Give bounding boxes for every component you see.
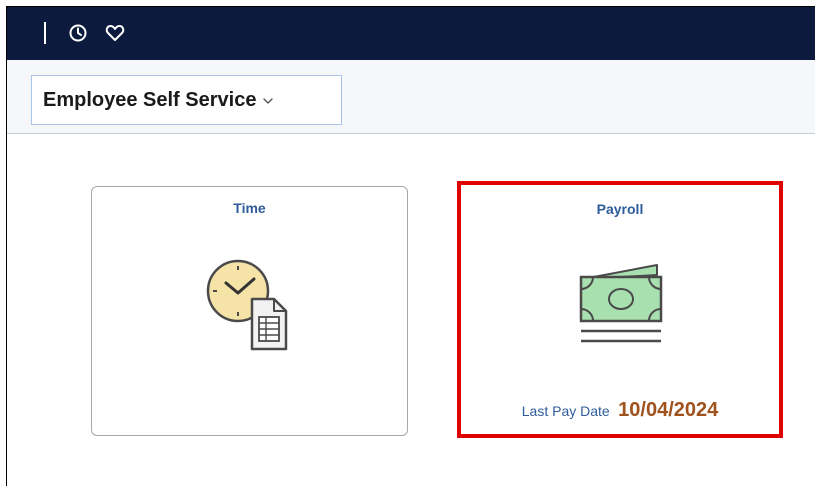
tile-time-title: Time xyxy=(233,200,266,216)
app-frame: Employee Self Service Time Payroll Last … xyxy=(6,6,815,486)
last-pay-date: Last Pay Date 10/04/2024 xyxy=(465,399,775,422)
tile-time[interactable]: Time xyxy=(91,186,408,436)
last-pay-date-value: 10/04/2024 xyxy=(618,399,719,421)
toolbar-divider xyxy=(44,22,46,44)
money-icon xyxy=(571,261,671,358)
homepage-bar: Employee Self Service xyxy=(7,60,815,134)
clock-with-document-icon xyxy=(204,251,296,356)
top-navigation-bar xyxy=(7,7,815,60)
payroll-tile-highlight: Payroll Last Pay Date 10/04/2024 xyxy=(457,181,783,438)
homepage-selector-dropdown[interactable]: Employee Self Service xyxy=(31,75,342,125)
chevron-down-icon xyxy=(262,93,274,111)
heart-icon[interactable] xyxy=(103,21,127,45)
tile-payroll[interactable]: Payroll Last Pay Date 10/04/2024 xyxy=(465,189,775,430)
tile-payroll-title: Payroll xyxy=(596,201,644,217)
homepage-selector-label: Employee Self Service xyxy=(43,88,257,111)
clock-icon[interactable] xyxy=(66,21,90,45)
last-pay-date-label: Last Pay Date xyxy=(521,403,610,419)
